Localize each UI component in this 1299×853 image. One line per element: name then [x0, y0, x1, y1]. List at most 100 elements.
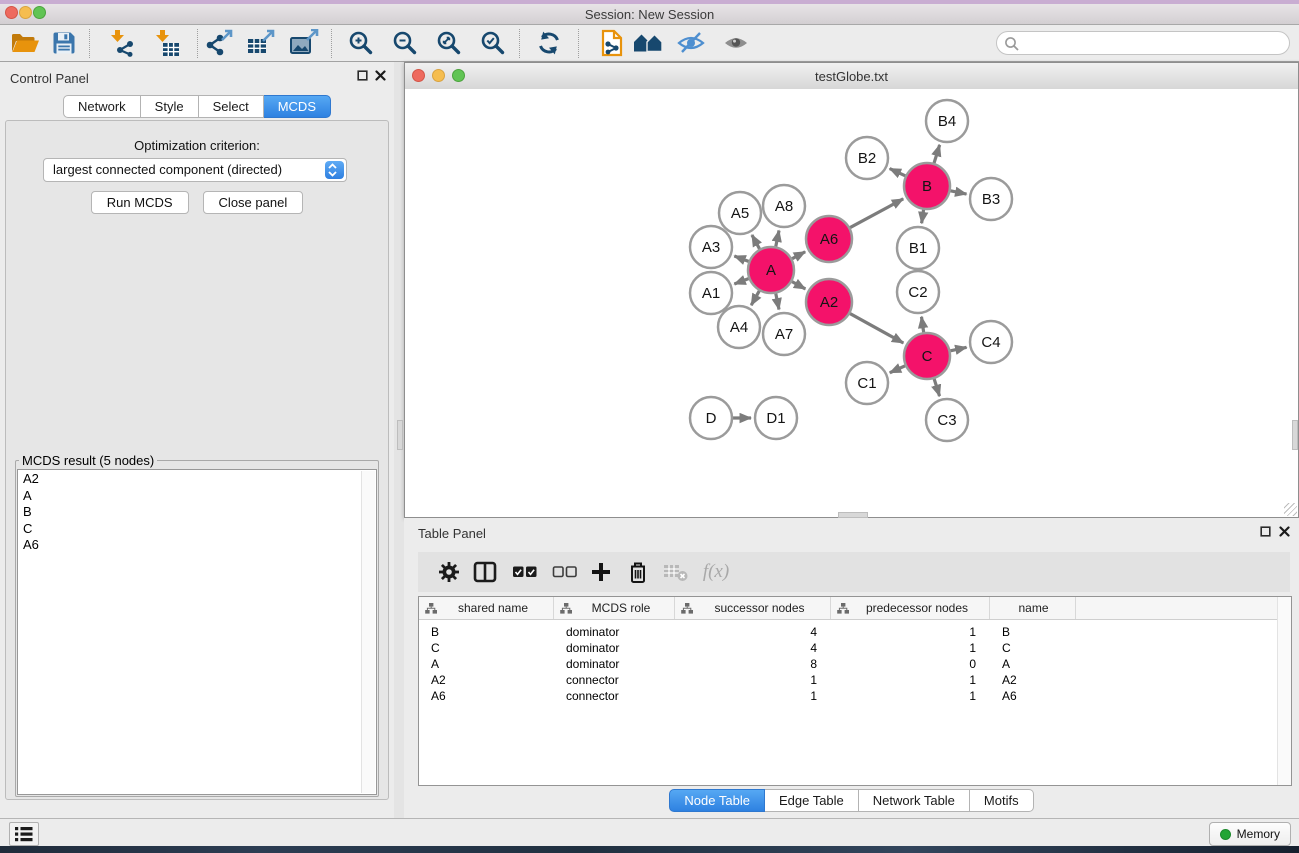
column-header-name[interactable]: name	[990, 597, 1076, 619]
mcds-result-item[interactable]: A2	[18, 471, 376, 488]
tab-mcds[interactable]: MCDS	[264, 95, 331, 118]
memory-button[interactable]: Memory	[1209, 822, 1291, 846]
graph-edge-A-A8[interactable]	[776, 230, 779, 246]
float-panel-icon[interactable]	[357, 70, 368, 81]
zoom-fit-icon[interactable]	[436, 30, 463, 57]
network-canvas[interactable]: B4B2BB3A8A5A6B1A3AC2A1A2A4A7C4CC1C3DD1	[405, 89, 1298, 517]
graph-node-A1[interactable]: A1	[690, 272, 732, 314]
tab-network[interactable]: Network	[63, 95, 141, 118]
graph-edge-C-C3[interactable]	[934, 379, 939, 396]
deselect-all-icon[interactable]	[553, 565, 578, 579]
add-column-icon[interactable]	[589, 560, 613, 584]
show-all-icon[interactable]	[723, 32, 749, 55]
close-panel-icon[interactable]	[1279, 526, 1290, 537]
close-panel-icon[interactable]	[375, 70, 386, 81]
graph-edge-A-A6[interactable]	[792, 252, 805, 259]
hide-selected-icon[interactable]	[677, 30, 705, 56]
table-row[interactable]: A6connector11A6	[419, 688, 1291, 704]
export-image-icon[interactable]	[289, 29, 319, 57]
graph-edge-C-C4[interactable]	[950, 347, 966, 351]
table-row[interactable]: Bdominator41B	[419, 624, 1291, 640]
select-all-icon[interactable]	[513, 565, 538, 579]
graph-node-B3[interactable]: B3	[970, 178, 1012, 220]
graph-node-B1[interactable]: B1	[897, 227, 939, 269]
graph-node-C[interactable]: C	[904, 333, 950, 379]
zoom-out-icon[interactable]	[392, 30, 419, 57]
graph-node-C1[interactable]: C1	[846, 362, 888, 404]
graph-edge-B-B3[interactable]	[951, 191, 967, 194]
tab-select[interactable]: Select	[199, 95, 264, 118]
export-network-icon[interactable]	[204, 29, 234, 57]
zoom-selected-icon[interactable]	[480, 30, 507, 57]
close-panel-button[interactable]: Close panel	[203, 191, 304, 214]
tab-style[interactable]: Style	[141, 95, 199, 118]
graph-node-A4[interactable]: A4	[718, 306, 760, 348]
delete-table-icon[interactable]	[663, 562, 689, 582]
table-scrollbar[interactable]	[1277, 597, 1291, 785]
import-network-icon[interactable]	[107, 29, 135, 57]
graph-edge-A-A2[interactable]	[792, 282, 805, 289]
settings-gear-icon[interactable]	[437, 560, 461, 584]
graph-edge-A2-C[interactable]	[850, 314, 903, 343]
vertical-splitter-handle[interactable]	[397, 420, 403, 450]
column-header-MCDS-role[interactable]: MCDS role	[554, 597, 675, 619]
mcds-result-item[interactable]: C	[18, 521, 376, 538]
mcds-result-list[interactable]: A2ABCA6	[17, 469, 377, 795]
graph-node-A6[interactable]: A6	[806, 216, 852, 262]
graph-edge-B-B4[interactable]	[934, 145, 940, 163]
mcds-result-item[interactable]: A6	[18, 537, 376, 554]
open-session-icon[interactable]	[10, 31, 40, 55]
task-history-button[interactable]	[9, 822, 39, 846]
graph-edge-A-A1[interactable]	[734, 279, 748, 284]
result-scrollbar[interactable]	[361, 471, 375, 793]
graph-node-C2[interactable]: C2	[897, 271, 939, 313]
graph-node-B[interactable]: B	[904, 163, 950, 209]
graph-node-C4[interactable]: C4	[970, 321, 1012, 363]
graph-edge-B-B1[interactable]	[922, 210, 924, 224]
refresh-icon[interactable]	[536, 30, 562, 56]
clone-network-icon[interactable]	[599, 29, 625, 57]
column-header-successor-nodes[interactable]: successor nodes	[675, 597, 831, 619]
first-neighbors-icon[interactable]	[633, 32, 663, 55]
tab-motifs[interactable]: Motifs	[970, 789, 1034, 812]
graph-node-A2[interactable]: A2	[806, 279, 852, 325]
tab-edge-table[interactable]: Edge Table	[765, 789, 859, 812]
graph-node-A3[interactable]: A3	[690, 226, 732, 268]
column-header-shared-name[interactable]: shared name	[419, 597, 554, 619]
graph-edge-C-C1[interactable]	[890, 366, 905, 373]
mcds-result-item[interactable]: B	[18, 504, 376, 521]
table-row[interactable]: Adominator80A	[419, 656, 1291, 672]
save-session-icon[interactable]	[52, 31, 77, 56]
graph-edge-A6-B[interactable]	[850, 199, 903, 228]
export-table-icon[interactable]	[246, 29, 276, 57]
zoom-in-icon[interactable]	[348, 30, 375, 57]
run-mcds-button[interactable]: Run MCDS	[91, 191, 189, 214]
graph-edge-A-A4[interactable]	[751, 291, 759, 305]
graph-node-A5[interactable]: A5	[719, 192, 761, 234]
tab-network-table[interactable]: Network Table	[859, 789, 970, 812]
tab-node-table[interactable]: Node Table	[669, 789, 765, 812]
mcds-result-item[interactable]: A	[18, 488, 376, 505]
graph-edge-A-A5[interactable]	[752, 235, 760, 249]
vertical-splitter-handle[interactable]	[1292, 420, 1298, 450]
graph-edge-C-C2[interactable]	[921, 317, 923, 332]
graph-edge-A-A7[interactable]	[776, 294, 779, 310]
import-table-icon[interactable]	[152, 29, 180, 57]
delete-column-icon[interactable]	[627, 560, 649, 584]
graph-node-D1[interactable]: D1	[755, 397, 797, 439]
table-row[interactable]: Cdominator41C	[419, 640, 1291, 656]
graph-edge-B-B2[interactable]	[890, 169, 906, 176]
float-panel-icon[interactable]	[1260, 526, 1271, 537]
graph-node-B2[interactable]: B2	[846, 137, 888, 179]
search-input[interactable]	[1023, 34, 1281, 54]
table-row[interactable]: A2connector11A2	[419, 672, 1291, 688]
criterion-dropdown[interactable]: largest connected component (directed)	[43, 158, 347, 182]
graph-node-A[interactable]: A	[748, 247, 794, 293]
column-header-predecessor-nodes[interactable]: predecessor nodes	[831, 597, 990, 619]
graph-node-A7[interactable]: A7	[763, 313, 805, 355]
graph-node-C3[interactable]: C3	[926, 399, 968, 441]
resize-grip[interactable]	[1284, 503, 1297, 516]
graph-node-A8[interactable]: A8	[763, 185, 805, 227]
toggle-panes-icon[interactable]	[473, 561, 497, 583]
graph-node-D[interactable]: D	[690, 397, 732, 439]
